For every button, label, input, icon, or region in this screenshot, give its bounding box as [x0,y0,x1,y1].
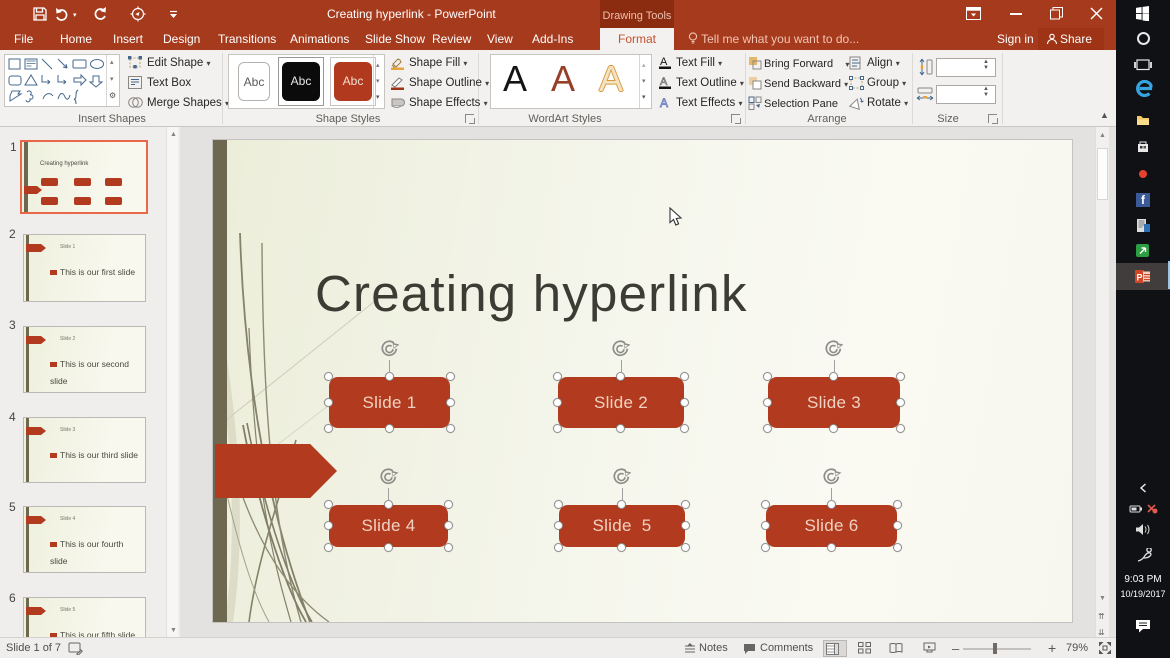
svg-text:A: A [660,76,668,88]
svg-text:P: P [1137,273,1143,283]
svg-text:A: A [660,56,668,68]
svg-text:☰: ☰ [1144,273,1151,282]
svg-text:A: A [660,96,668,110]
